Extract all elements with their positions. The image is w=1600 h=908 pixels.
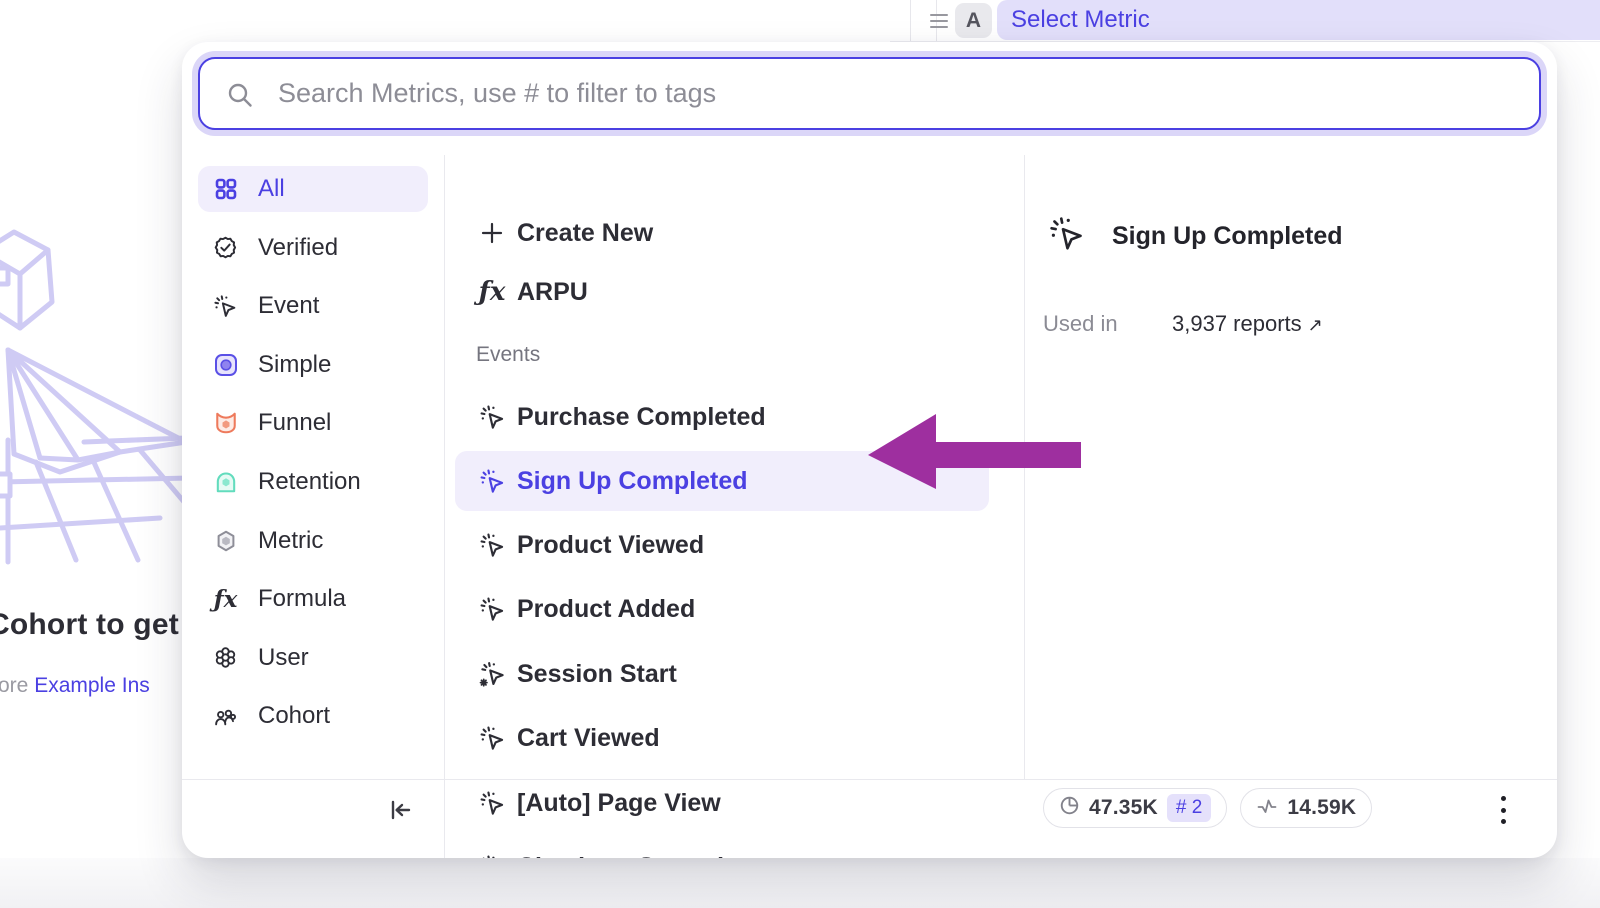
subtext-fragment: ore [0,674,28,697]
rank-chip: # 2 [1167,794,1211,822]
retention-icon [212,468,239,495]
metric-letter-badge: A [955,3,992,38]
pie-chart-icon [1059,795,1080,821]
external-link-icon: ↗ [1308,315,1323,335]
event-cursor-icon [478,403,506,431]
sidebar-item-formula[interactable]: ƒx Formula [198,576,428,622]
event-cursor-icon [212,293,239,320]
screen: A Select Metric Cohort to get s [0,0,1600,908]
list-item-label: Product Viewed [517,531,704,560]
formula-icon: ƒx [478,278,506,306]
events-section-header: Events [476,343,540,367]
sidebar-item-label: Cohort [258,702,330,730]
list-item-label: Session Start [517,660,677,689]
list-item-label: Checkout Started [517,853,724,859]
stat-value: 47.35K [1089,796,1158,820]
list-item-event[interactable]: Purchase Completed [455,392,989,442]
empty-state-subtext: ore Example Ins [0,674,150,698]
sidebar-item-label: Formula [258,585,346,613]
sidebar-item-label: Metric [258,527,323,555]
page-bottom-strip [0,858,1600,908]
list-item-event[interactable]: [Auto] Page View [455,778,989,828]
event-cursor-icon [1048,215,1086,258]
used-in-label: Used in [1043,311,1118,337]
create-new-label: Create New [517,219,653,248]
sidebar-item-verified[interactable]: Verified [198,225,428,271]
builder-column-divider [910,0,911,41]
event-cursor-icon [478,595,506,623]
filter-sidebar: All Verified Event [198,166,444,739]
funnel-icon [212,410,239,437]
select-metric-label: Select Metric [1011,6,1150,34]
sidebar-item-simple[interactable]: Simple [198,342,428,388]
stat-value: 14.59K [1287,796,1356,820]
list-item-event[interactable]: Product Viewed [455,520,989,570]
cohort-people-icon [212,703,239,730]
sidebar-item-event[interactable]: Event [198,283,428,329]
create-new-button[interactable]: Create New [455,208,989,258]
sidebar-item-label: Simple [258,351,331,379]
activity-pill[interactable]: 14.59K [1240,788,1372,828]
user-cluster-icon [212,644,239,671]
sidebar-item-retention[interactable]: Retention [198,459,428,505]
session-start-event-icon [478,660,506,688]
list-item-event[interactable]: Product Added [455,584,989,634]
list-item-label: ARPU [517,278,588,307]
metric-detail-panel: Sign Up Completed Used in 3,937 reports↗… [1024,155,1557,858]
list-item-label: Cart Viewed [517,724,660,753]
metric-picker-modal: All Verified Event [182,42,1557,858]
select-metric-field[interactable]: Select Metric [997,0,1600,40]
event-cursor-icon [478,853,506,858]
sidebar-item-label: Retention [258,468,361,496]
list-item-event-selected[interactable]: Sign Up Completed [455,451,989,511]
sidebar-item-all[interactable]: All [198,166,428,212]
activity-icon [1256,795,1278,822]
plus-icon [478,219,506,247]
collapse-left-icon [385,795,415,825]
sidebar-item-label: User [258,644,309,672]
list-item-event[interactable]: Session Start [455,649,989,699]
formula-icon: ƒx [212,586,239,613]
reports-link[interactable]: 3,937 reports↗ [1172,311,1323,337]
sidebar-item-user[interactable]: User [198,635,428,681]
metric-hexagon-icon [212,527,239,554]
list-item-event[interactable]: Checkout Started [455,842,989,858]
empty-state-heading: Cohort to get s [0,608,204,642]
grid-icon [212,176,239,203]
list-item-label: [Auto] Page View [517,789,721,818]
more-options-button[interactable] [1491,796,1515,824]
simple-metric-icon [212,351,239,378]
example-insights-link[interactable]: Example Ins [34,674,150,697]
search-input[interactable] [278,59,1518,128]
sidebar-item-label: All [258,175,285,203]
detail-header: Sign Up Completed [1048,215,1343,258]
sidebar-item-funnel[interactable]: Funnel [198,400,428,446]
event-cursor-icon [478,789,506,817]
event-cursor-icon [478,724,506,752]
list-item-arpu[interactable]: ƒx ARPU [455,267,989,317]
sidebar-item-metric[interactable]: Metric [198,518,428,564]
event-cursor-icon [478,467,506,495]
list-item-event[interactable]: Cart Viewed [455,713,989,763]
sidebar-divider [444,155,445,858]
event-cursor-icon [478,531,506,559]
list-item-label: Purchase Completed [517,403,766,432]
search-icon [226,81,254,114]
sidebar-item-cohort[interactable]: Cohort [198,693,428,739]
detail-title: Sign Up Completed [1112,222,1343,251]
stats-pills: 47.35K # 2 14.59K [1043,788,1372,828]
list-item-label: Sign Up Completed [517,467,748,496]
search-box [198,57,1541,130]
drag-handle-icon[interactable] [928,11,950,36]
collapse-sidebar-button[interactable] [378,790,422,830]
sidebar-item-label: Event [258,292,319,320]
sidebar-item-label: Verified [258,234,338,262]
verified-badge-icon [212,234,239,261]
sidebar-item-label: Funnel [258,409,331,437]
list-item-label: Product Added [517,595,695,624]
total-count-pill[interactable]: 47.35K # 2 [1043,788,1227,828]
